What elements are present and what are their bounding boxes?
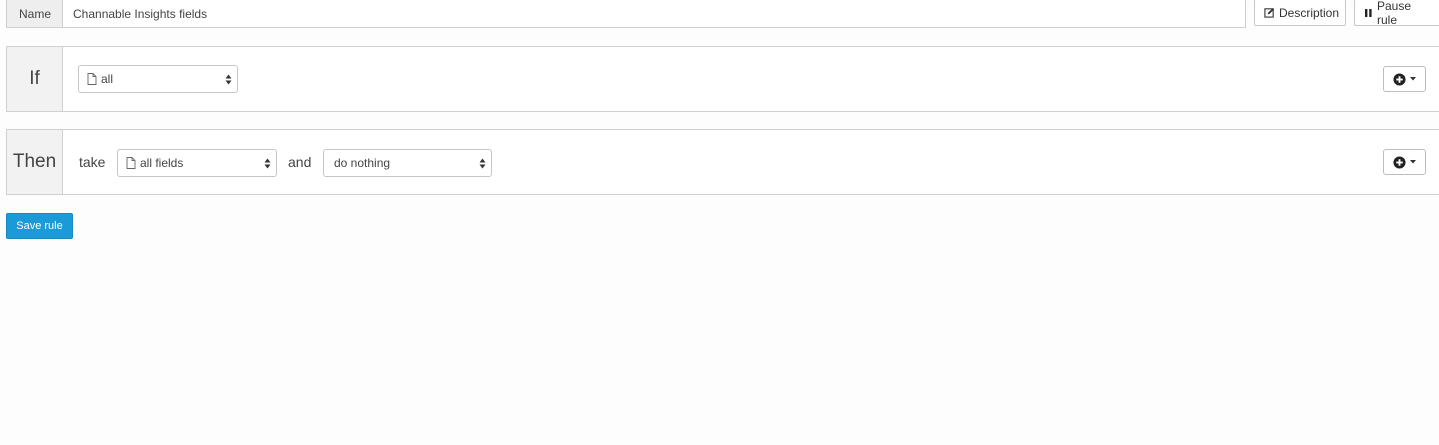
rule-name-input[interactable]: Channable Insights fields: [62, 0, 1246, 28]
edit-icon: [1264, 7, 1275, 18]
then-panel: Then take all fields and do nothing: [6, 129, 1439, 195]
add-action-button[interactable]: [1383, 149, 1426, 175]
description-button[interactable]: Description: [1254, 0, 1346, 26]
caret-down-icon: [1410, 160, 1416, 164]
name-label: Name: [6, 0, 63, 28]
action-select-value: do nothing: [334, 156, 391, 170]
pause-icon: [1364, 8, 1373, 18]
description-button-label: Description: [1279, 5, 1340, 20]
condition-select[interactable]: all: [78, 65, 238, 93]
fields-select-value: all fields: [140, 156, 184, 170]
rule-name-row: Name Channable Insights fields Descripti…: [6, 0, 1439, 28]
rule-name-value: Channable Insights fields: [73, 6, 208, 21]
plus-circle-icon: [1393, 72, 1406, 86]
sort-arrows-icon: [225, 74, 232, 85]
sort-arrows-icon: [479, 158, 486, 169]
sort-arrows-icon: [264, 158, 271, 169]
fields-select[interactable]: all fields: [117, 149, 277, 177]
plus-circle-icon: [1393, 155, 1406, 169]
take-text: take: [79, 154, 106, 170]
if-panel: If all: [6, 46, 1439, 112]
pause-rule-label: Pause rule: [1377, 0, 1412, 27]
caret-down-icon: [1410, 77, 1416, 81]
document-icon: [87, 73, 97, 85]
then-label: Then: [7, 130, 63, 194]
action-select[interactable]: do nothing: [323, 149, 492, 177]
add-condition-button[interactable]: [1383, 66, 1426, 92]
and-text: and: [288, 154, 312, 170]
pause-rule-button[interactable]: Pause rule: [1354, 0, 1439, 27]
document-icon: [126, 157, 136, 169]
save-rule-button[interactable]: Save rule: [6, 213, 73, 239]
if-label: If: [7, 47, 63, 111]
condition-select-value: all: [101, 72, 114, 86]
